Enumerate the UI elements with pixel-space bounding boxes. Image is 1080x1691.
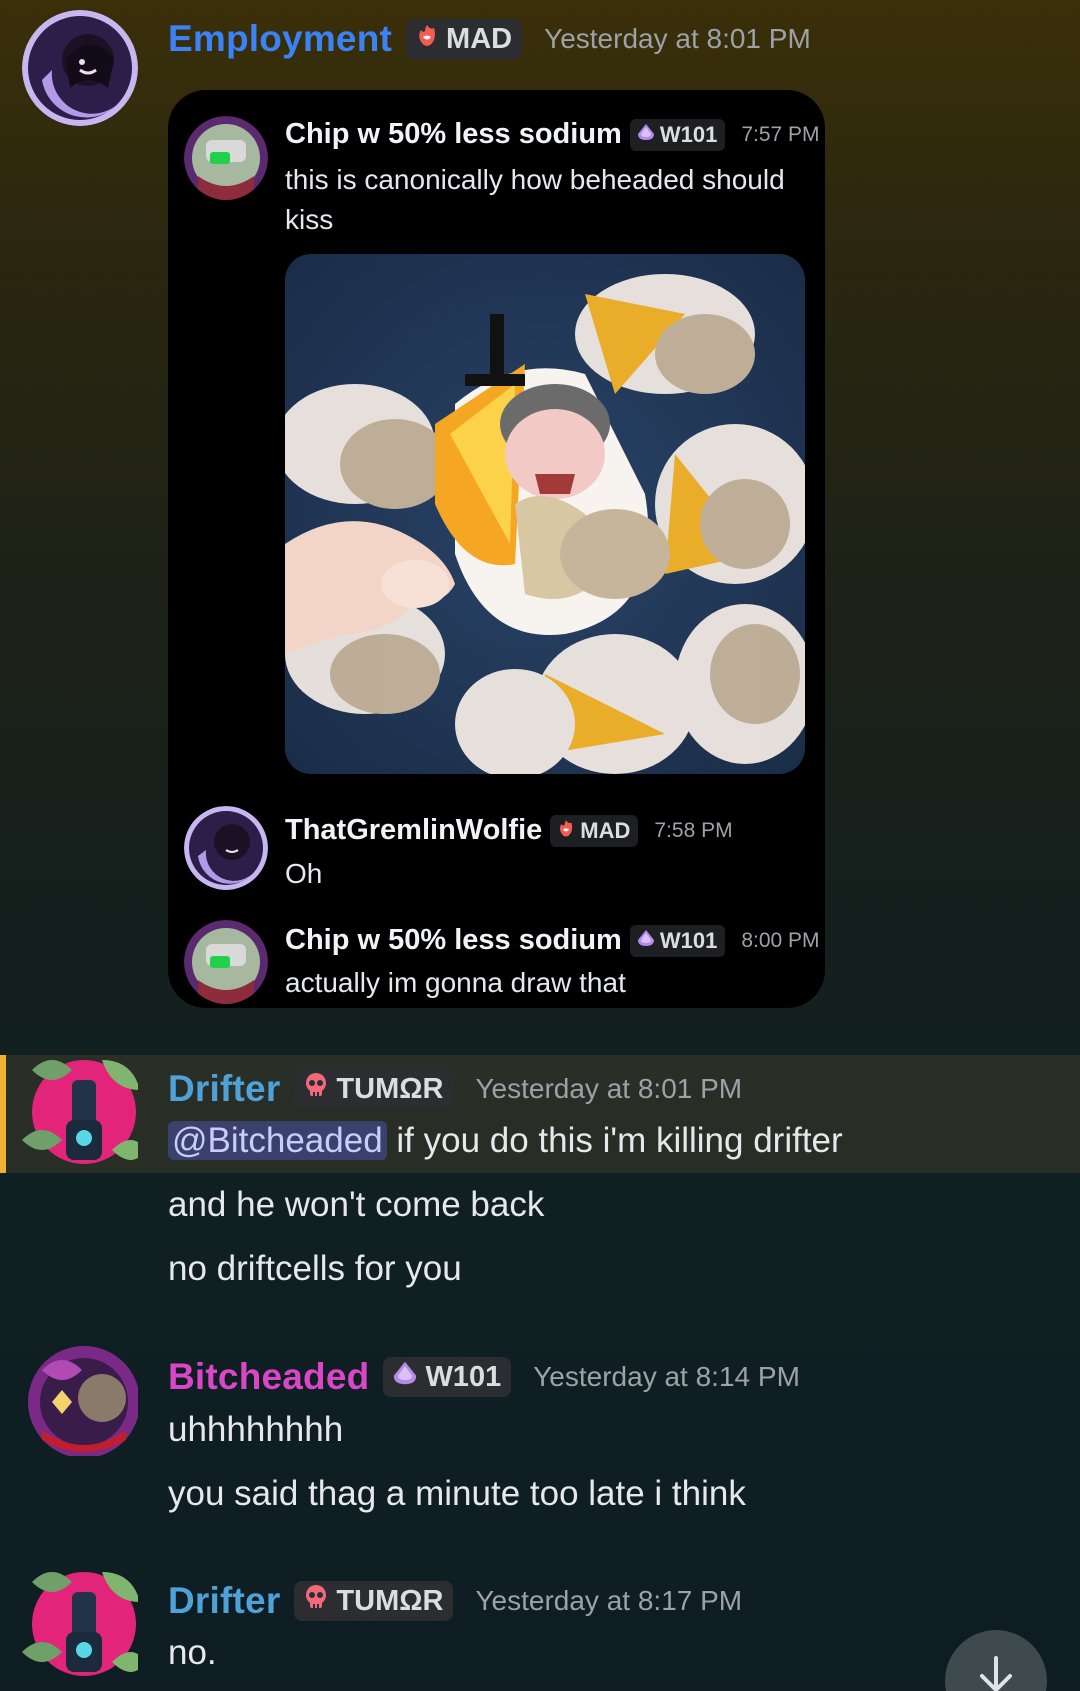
user-mention[interactable]: @Bitcheaded: [168, 1121, 387, 1160]
author-name[interactable]: Employment: [168, 18, 392, 60]
server-tag[interactable]: W101: [629, 118, 726, 151]
server-tag[interactable]: TUMΩR: [294, 1581, 454, 1621]
author-name[interactable]: Bitcheaded: [168, 1356, 369, 1398]
message-text: this is canonically how beheaded should: [285, 164, 785, 195]
message-text: no.: [168, 1633, 217, 1672]
author-name[interactable]: Drifter: [168, 1580, 280, 1622]
avatar[interactable]: [184, 920, 268, 1004]
timestamp: 8:00 PM: [741, 928, 820, 952]
tag-label: W101: [659, 121, 718, 147]
avatar[interactable]: [22, 1340, 138, 1456]
jump-to-present-button[interactable]: [945, 1630, 1047, 1691]
flame-heart-icon: [414, 22, 440, 56]
server-tag[interactable]: W101: [629, 924, 726, 957]
message-text: @Bitcheaded if you do this i'm killing d…: [168, 1121, 843, 1161]
forwarded-messages-embed[interactable]: Chip w 50% less sodium W101 7:57 PM this…: [168, 90, 825, 1008]
message-text: and he won't come back: [168, 1185, 545, 1224]
author-name[interactable]: Chip w 50% less sodium: [285, 924, 622, 957]
tag-label: TUMΩR: [336, 1584, 444, 1617]
timestamp: 7:57 PM: [741, 122, 820, 146]
timestamp: Yesterday at 8:17 PM: [475, 1585, 743, 1616]
tag-label: W101: [659, 927, 718, 953]
message-text-rest: if you do this i'm killing drifter: [386, 1121, 843, 1160]
timestamp: 7:58 PM: [654, 818, 733, 842]
author-name[interactable]: ThatGremlinWolfie: [285, 814, 542, 847]
avatar[interactable]: [22, 1050, 138, 1166]
message-text: actually im gonna draw that: [285, 967, 626, 998]
purple-drop-icon: [636, 122, 656, 148]
arrow-down-icon: [974, 1654, 1018, 1691]
sticker-photo-image[interactable]: [285, 254, 805, 774]
purple-drop-icon: [391, 1359, 419, 1395]
message-text: kiss: [285, 204, 334, 235]
server-tag[interactable]: MAD: [550, 814, 639, 847]
message-text: you said thag a minute too late i think: [168, 1474, 746, 1513]
flame-heart-icon: [556, 818, 576, 844]
tag-label: TUMΩR: [336, 1072, 444, 1105]
tag-label: MAD: [580, 817, 631, 843]
skull-icon: [302, 1583, 330, 1619]
author-name[interactable]: Chip w 50% less sodium: [285, 118, 622, 151]
tag-label: MAD: [446, 22, 513, 55]
server-tag[interactable]: MAD: [406, 19, 523, 59]
timestamp: Yesterday at 8:01 PM: [475, 1073, 743, 1104]
author-name[interactable]: Drifter: [168, 1068, 280, 1110]
avatar[interactable]: [184, 806, 268, 890]
server-tag[interactable]: TUMΩR: [294, 1069, 454, 1109]
server-tag[interactable]: W101: [383, 1357, 512, 1397]
avatar[interactable]: [22, 1562, 138, 1678]
message-text: uhhhhhhhh: [168, 1410, 344, 1449]
timestamp: Yesterday at 8:14 PM: [533, 1361, 800, 1392]
timestamp: Yesterday at 8:01 PM: [544, 23, 811, 54]
avatar[interactable]: [184, 116, 268, 200]
avatar[interactable]: [22, 10, 138, 126]
skull-icon: [302, 1071, 330, 1107]
tag-label: W101: [425, 1360, 502, 1393]
message-text: no driftcells for you: [168, 1249, 462, 1288]
message-text: Oh: [285, 858, 323, 889]
purple-drop-icon: [636, 928, 656, 954]
